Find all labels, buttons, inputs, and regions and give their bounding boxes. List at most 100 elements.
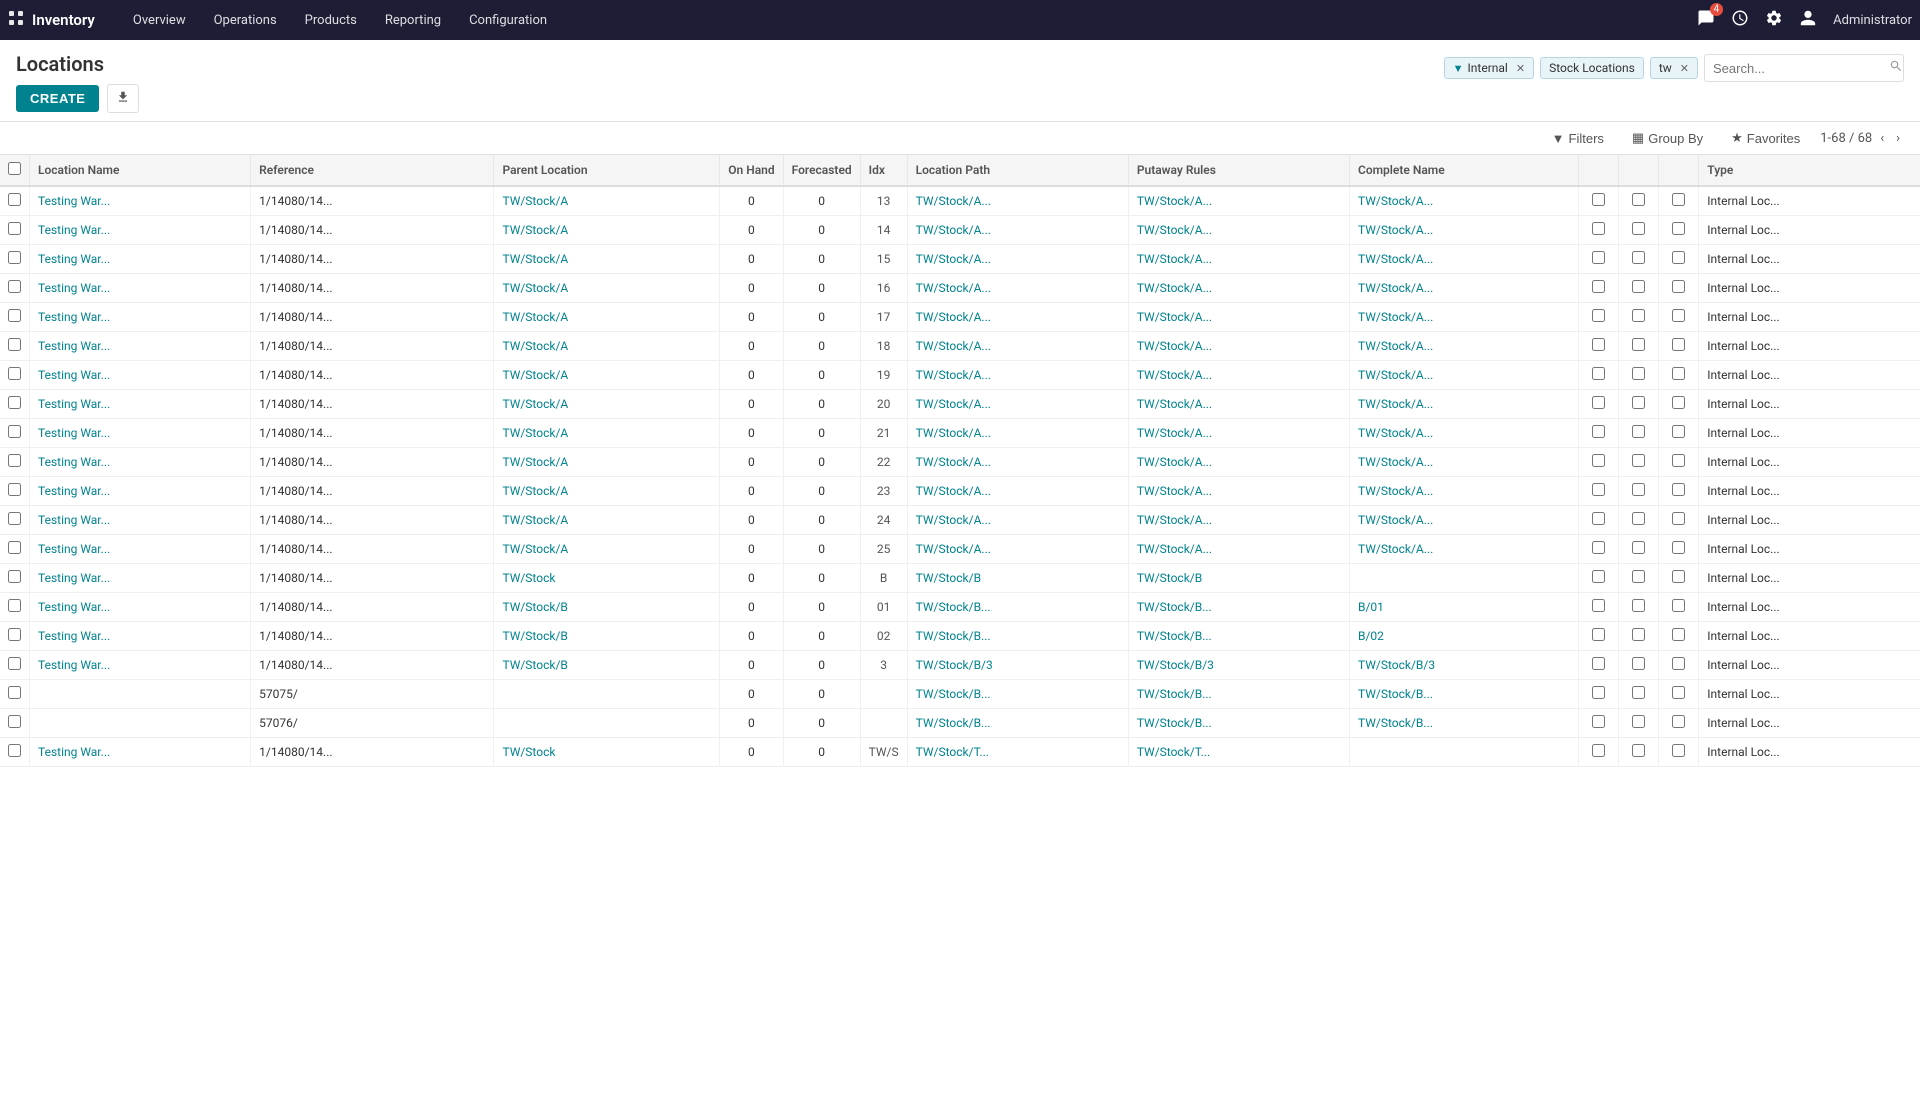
- row-checkbox[interactable]: [8, 280, 21, 293]
- row-location-name[interactable]: Testing War...: [30, 186, 251, 216]
- row-path1[interactable]: TW/Stock/A...: [907, 332, 1128, 361]
- nav-overview[interactable]: Overview: [119, 0, 200, 40]
- group-by-button[interactable]: ▦ Group By: [1624, 126, 1711, 150]
- row-bool3-check[interactable]: [1672, 338, 1685, 351]
- row-location-name[interactable]: Testing War...: [30, 593, 251, 622]
- row-path1[interactable]: TW/Stock/B...: [907, 709, 1128, 738]
- row-checkbox[interactable]: [8, 599, 21, 612]
- filter-tag-internal-remove[interactable]: ✕: [1516, 62, 1525, 75]
- row-path1[interactable]: TW/Stock/B...: [907, 622, 1128, 651]
- row-parent[interactable]: TW/Stock/B: [494, 651, 720, 680]
- row-bool1-check[interactable]: [1592, 483, 1605, 496]
- row-path2[interactable]: TW/Stock/T...: [1128, 738, 1349, 767]
- row-path1[interactable]: TW/Stock/A...: [907, 535, 1128, 564]
- row-location-name[interactable]: Testing War...: [30, 216, 251, 245]
- row-bool1-check[interactable]: [1592, 425, 1605, 438]
- row-checkbox[interactable]: [8, 338, 21, 351]
- row-checkbox[interactable]: [8, 512, 21, 525]
- row-path2[interactable]: TW/Stock/A...: [1128, 274, 1349, 303]
- next-page-button[interactable]: ›: [1892, 129, 1904, 148]
- row-bool2-check[interactable]: [1632, 686, 1645, 699]
- select-all-checkbox[interactable]: [8, 162, 21, 175]
- row-location-name[interactable]: Testing War...: [30, 738, 251, 767]
- row-bool3-check[interactable]: [1672, 715, 1685, 728]
- row-path2[interactable]: TW/Stock/A...: [1128, 506, 1349, 535]
- row-bool1-check[interactable]: [1592, 570, 1605, 583]
- row-location-name[interactable]: Testing War...: [30, 419, 251, 448]
- row-bool2-check[interactable]: [1632, 599, 1645, 612]
- row-bool1-check[interactable]: [1592, 367, 1605, 380]
- create-button[interactable]: CREATE: [16, 85, 99, 112]
- prev-page-button[interactable]: ‹: [1876, 129, 1888, 148]
- row-bool3-check[interactable]: [1672, 744, 1685, 757]
- row-parent[interactable]: TW/Stock/A: [494, 477, 720, 506]
- favorites-button[interactable]: ★ Favorites: [1723, 126, 1808, 150]
- row-path2[interactable]: TW/Stock/A...: [1128, 303, 1349, 332]
- row-bool3-check[interactable]: [1672, 483, 1685, 496]
- row-bool3-check[interactable]: [1672, 309, 1685, 322]
- row-bool3-check[interactable]: [1672, 599, 1685, 612]
- row-checkbox[interactable]: [8, 686, 21, 699]
- row-parent[interactable]: TW/Stock/A: [494, 245, 720, 274]
- row-path2[interactable]: TW/Stock/A...: [1128, 245, 1349, 274]
- row-bool2-check[interactable]: [1632, 744, 1645, 757]
- row-parent[interactable]: TW/Stock/A: [494, 390, 720, 419]
- row-bool1-check[interactable]: [1592, 338, 1605, 351]
- row-bool1-check[interactable]: [1592, 512, 1605, 525]
- user-icon[interactable]: [1795, 5, 1821, 35]
- row-path1[interactable]: TW/Stock/B...: [907, 593, 1128, 622]
- row-checkbox[interactable]: [8, 251, 21, 264]
- row-parent[interactable]: TW/Stock/A: [494, 361, 720, 390]
- row-parent[interactable]: TW/Stock/B: [494, 593, 720, 622]
- row-checkbox[interactable]: [8, 309, 21, 322]
- row-path2[interactable]: TW/Stock/A...: [1128, 477, 1349, 506]
- row-bool1-check[interactable]: [1592, 193, 1605, 206]
- row-path2[interactable]: TW/Stock/A...: [1128, 419, 1349, 448]
- row-path1[interactable]: TW/Stock/T...: [907, 738, 1128, 767]
- app-name[interactable]: Inventory: [32, 11, 95, 29]
- row-parent[interactable]: [494, 709, 720, 738]
- row-bool2-check[interactable]: [1632, 454, 1645, 467]
- row-checkbox[interactable]: [8, 628, 21, 641]
- row-location-name[interactable]: Testing War...: [30, 535, 251, 564]
- row-path2[interactable]: TW/Stock/B/3: [1128, 651, 1349, 680]
- nav-reporting[interactable]: Reporting: [371, 0, 455, 40]
- row-location-name[interactable]: Testing War...: [30, 390, 251, 419]
- row-bool3-check[interactable]: [1672, 425, 1685, 438]
- row-bool1-check[interactable]: [1592, 686, 1605, 699]
- row-checkbox[interactable]: [8, 222, 21, 235]
- row-bool1-check[interactable]: [1592, 715, 1605, 728]
- row-checkbox[interactable]: [8, 193, 21, 206]
- row-path2[interactable]: TW/Stock/A...: [1128, 332, 1349, 361]
- row-location-name[interactable]: Testing War...: [30, 564, 251, 593]
- nav-products[interactable]: Products: [291, 0, 371, 40]
- filter-tag-tw-remove[interactable]: ✕: [1680, 62, 1689, 75]
- row-location-name[interactable]: Testing War...: [30, 651, 251, 680]
- chat-icon[interactable]: 4: [1693, 5, 1719, 35]
- row-path2[interactable]: TW/Stock/B...: [1128, 709, 1349, 738]
- row-parent[interactable]: TW/Stock/A: [494, 332, 720, 361]
- row-location-name[interactable]: Testing War...: [30, 274, 251, 303]
- row-path1[interactable]: TW/Stock/B/3: [907, 651, 1128, 680]
- row-parent[interactable]: TW/Stock/A: [494, 303, 720, 332]
- row-path2[interactable]: TW/Stock/A...: [1128, 390, 1349, 419]
- row-bool3-check[interactable]: [1672, 396, 1685, 409]
- row-location-name[interactable]: Testing War...: [30, 622, 251, 651]
- row-parent[interactable]: TW/Stock/A: [494, 506, 720, 535]
- row-bool3-check[interactable]: [1672, 251, 1685, 264]
- row-checkbox[interactable]: [8, 454, 21, 467]
- row-bool2-check[interactable]: [1632, 280, 1645, 293]
- row-path2[interactable]: TW/Stock/A...: [1128, 535, 1349, 564]
- row-parent[interactable]: TW/Stock: [494, 564, 720, 593]
- row-path1[interactable]: TW/Stock/A...: [907, 216, 1128, 245]
- nav-configuration[interactable]: Configuration: [455, 0, 561, 40]
- row-path1[interactable]: TW/Stock/A...: [907, 274, 1128, 303]
- clock-icon[interactable]: [1727, 5, 1753, 35]
- row-bool2-check[interactable]: [1632, 251, 1645, 264]
- row-checkbox[interactable]: [8, 541, 21, 554]
- row-checkbox[interactable]: [8, 425, 21, 438]
- row-bool2-check[interactable]: [1632, 715, 1645, 728]
- row-path1[interactable]: TW/Stock/A...: [907, 506, 1128, 535]
- row-bool1-check[interactable]: [1592, 541, 1605, 554]
- row-location-name[interactable]: [30, 680, 251, 709]
